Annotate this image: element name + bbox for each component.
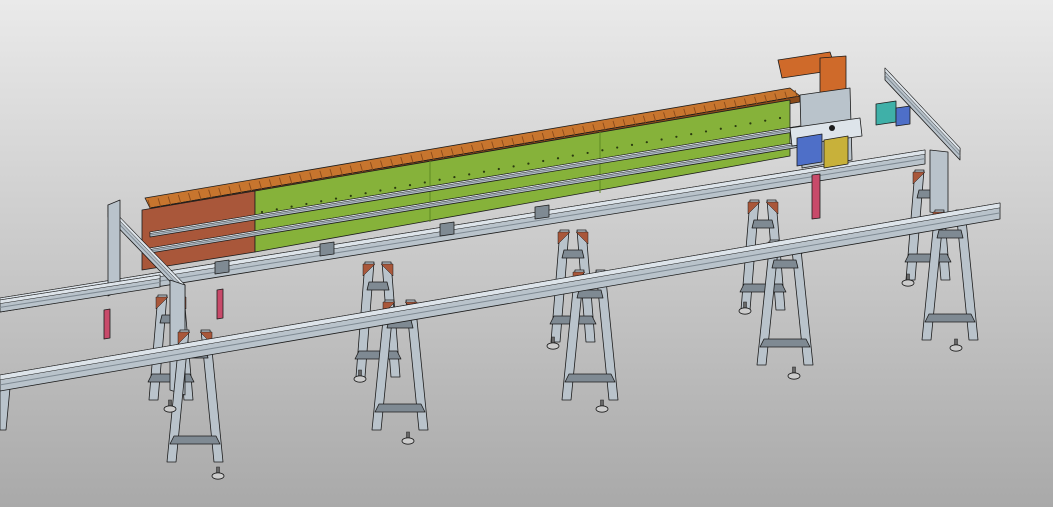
rail-bolt	[408, 184, 412, 187]
rail-support-bracket-1	[214, 259, 230, 275]
front-leg-5-top-brace	[936, 229, 964, 239]
rail-bolt	[734, 124, 737, 128]
rail-bolt	[275, 208, 278, 211]
rail-bolt	[453, 175, 456, 179]
carriage-yellow-block	[823, 135, 849, 169]
rail-bolt	[778, 116, 782, 120]
gantry-motor-body	[819, 55, 847, 95]
rail-bolt	[764, 119, 767, 122]
rail-bolt	[601, 149, 604, 152]
gantry-conveyor-drawing	[0, 0, 1053, 507]
rail-bolt	[749, 122, 752, 125]
leveling-foot-icon	[949, 344, 963, 352]
left-stopper-1	[103, 308, 111, 340]
back-leg-2-bottom-brace	[354, 350, 402, 360]
front-leg-4-bottom-brace	[759, 338, 811, 348]
rail-bolt	[690, 133, 693, 136]
rail-bolt	[660, 138, 663, 141]
leveling-foot-icon	[211, 472, 225, 480]
rail-bolt	[616, 146, 619, 149]
rail-bolt	[334, 197, 338, 200]
leveling-foot-icon	[546, 342, 560, 350]
carriage-blue-block	[796, 133, 823, 167]
rail-bolt	[719, 127, 722, 130]
back-leg-3-top-brace	[561, 249, 585, 259]
carriage-teal-drive	[875, 100, 897, 126]
rail-bolt	[468, 173, 471, 176]
back-leg-4-bottom-brace	[739, 283, 787, 293]
rail-bolt	[364, 192, 367, 195]
rail-bolt	[320, 200, 323, 203]
rail-bolt	[512, 165, 515, 168]
back-leg-4-top-brace	[751, 219, 775, 229]
carriage-pink-slide	[811, 173, 821, 220]
rail-bolt	[556, 157, 560, 160]
front-leg-5-bottom-brace	[924, 313, 976, 323]
front-leg-4-top-brace	[771, 259, 799, 269]
leveling-foot-icon	[595, 405, 609, 413]
left-stopper-2	[216, 288, 224, 320]
rail-bolt	[497, 167, 500, 171]
leveling-foot-icon	[901, 279, 915, 287]
rail-bolt	[542, 159, 545, 163]
right-end-post	[929, 149, 949, 216]
rail-support-bracket-4	[534, 204, 550, 220]
leveling-foot-icon	[787, 372, 801, 380]
leveling-foot-icon	[401, 437, 415, 445]
carriage-blue-drive	[895, 105, 911, 127]
rail-bolt	[379, 189, 382, 192]
back-leg-5-bottom-brace	[904, 253, 952, 263]
front-leg-3-bottom-brace	[564, 373, 616, 383]
rail-bolt	[305, 202, 308, 206]
rail-bolt	[482, 170, 486, 173]
cad-viewport	[0, 0, 1053, 507]
rail-bolt	[438, 178, 441, 181]
rail-bolt	[423, 181, 426, 184]
leveling-foot-icon	[163, 405, 177, 413]
front-leg-1-bottom-brace	[169, 435, 221, 445]
rail-bolt	[675, 135, 678, 138]
leveling-foot-icon	[353, 375, 367, 383]
back-leg-2-top-brace	[366, 281, 390, 291]
rail-support-bracket-2	[319, 241, 335, 257]
rail-bolt	[630, 143, 634, 146]
rail-bolt	[290, 205, 293, 208]
rail-bolt	[704, 130, 708, 133]
rail-bolt	[260, 210, 264, 214]
carriage-center-bolt	[829, 125, 835, 131]
rail-bolt	[527, 162, 530, 165]
rail-support-bracket-3	[439, 221, 455, 237]
front-leg-2-bottom-brace	[374, 403, 426, 413]
rail-bolt	[571, 154, 574, 157]
rail-bolt	[349, 194, 352, 197]
rail-bolt	[645, 141, 648, 144]
leveling-foot-icon	[738, 307, 752, 315]
rail-bolt	[586, 151, 589, 155]
rail-bolt	[394, 186, 397, 189]
